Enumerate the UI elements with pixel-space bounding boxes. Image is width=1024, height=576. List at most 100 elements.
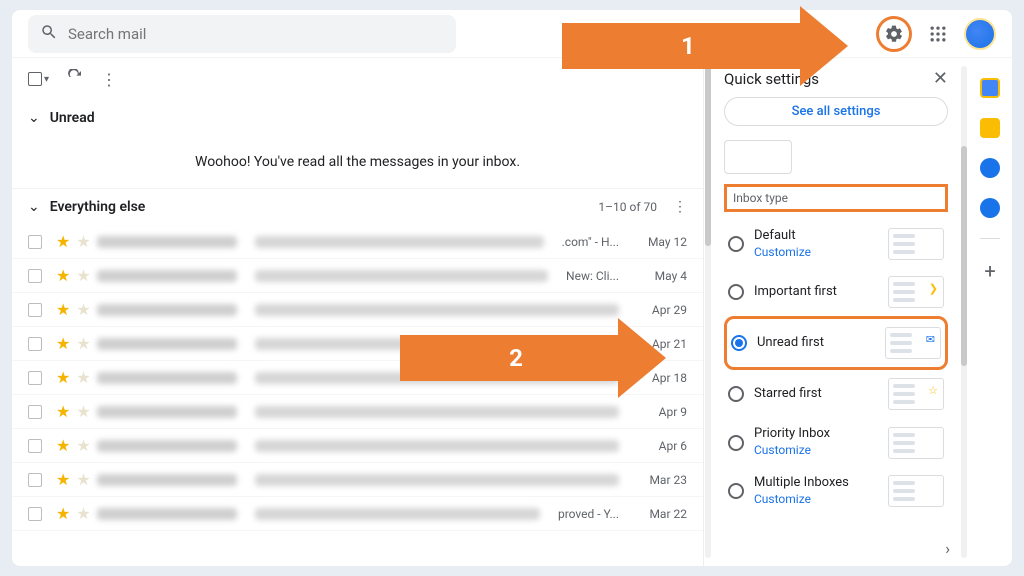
star-icon[interactable]: ★: [56, 300, 70, 319]
sender-blur: [97, 508, 237, 520]
subject-blur: [255, 406, 619, 418]
star-icon[interactable]: ★: [56, 334, 70, 353]
checkbox[interactable]: [28, 371, 42, 385]
close-icon[interactable]: ✕: [933, 68, 948, 89]
select-all[interactable]: ▾: [28, 72, 49, 86]
radio[interactable]: [728, 386, 744, 402]
star-icon[interactable]: ★: [76, 266, 90, 285]
sender-blur: [97, 372, 237, 384]
refresh-icon[interactable]: [67, 69, 83, 89]
header: [12, 10, 1012, 58]
subject-blur: [255, 440, 619, 452]
inbox-type-option[interactable]: Priority InboxCustomize: [724, 418, 948, 466]
star-icon[interactable]: ★: [76, 470, 90, 489]
radio[interactable]: [728, 236, 744, 252]
search-bar[interactable]: [28, 15, 456, 53]
email-date: May 12: [637, 235, 687, 249]
customize-link[interactable]: Customize: [754, 245, 878, 261]
table-row[interactable]: ★ ★ Mar 23: [12, 463, 703, 497]
radio[interactable]: [728, 483, 744, 499]
star-icon[interactable]: ★: [56, 232, 70, 251]
star-icon[interactable]: ★: [76, 504, 90, 523]
star-icon[interactable]: ★: [76, 334, 90, 353]
inbox-type-option[interactable]: Multiple InboxesCustomize: [724, 467, 948, 515]
checkbox[interactable]: [28, 337, 42, 351]
section-unread[interactable]: ⌄ Unread: [12, 100, 703, 136]
contacts-icon[interactable]: [980, 198, 1000, 218]
snippet: .com" - H...: [562, 235, 619, 249]
checkbox[interactable]: [28, 507, 42, 521]
apps-icon[interactable]: [920, 16, 956, 52]
checkbox[interactable]: [28, 473, 42, 487]
chevron-down-icon: ⌄: [28, 199, 40, 215]
page-range: 1–10 of 70: [598, 200, 657, 214]
search-input[interactable]: [68, 25, 444, 43]
sender-blur: [97, 236, 237, 248]
table-row[interactable]: ★★New: Cli...May 4: [12, 259, 703, 293]
see-all-settings-button[interactable]: See all settings: [724, 97, 948, 126]
checkbox[interactable]: [28, 439, 42, 453]
density-preview[interactable]: [724, 140, 792, 174]
search-icon: [40, 23, 68, 45]
checkbox[interactable]: [28, 235, 42, 249]
email-date: Apr 6: [637, 439, 687, 453]
option-label: DefaultCustomize: [754, 228, 878, 260]
option-label: Important first: [754, 284, 878, 301]
star-icon[interactable]: ★: [56, 436, 70, 455]
email-date: May 4: [637, 269, 687, 283]
chevron-right-icon[interactable]: ›: [945, 539, 950, 558]
customize-link[interactable]: Customize: [754, 492, 878, 508]
star-icon[interactable]: ★: [76, 436, 90, 455]
option-thumbnail: [888, 427, 944, 459]
customize-link[interactable]: Customize: [754, 443, 878, 459]
checkbox[interactable]: [28, 303, 42, 317]
star-icon[interactable]: ★: [56, 368, 70, 387]
option-label: Starred first: [754, 386, 878, 403]
sender-blur: [97, 338, 237, 350]
keep-icon[interactable]: [980, 118, 1000, 138]
radio[interactable]: [728, 435, 744, 451]
table-row[interactable]: ★ ★ .com" - H... May 12: [12, 225, 703, 259]
checkbox[interactable]: [28, 269, 42, 283]
star-icon[interactable]: ★: [56, 504, 70, 523]
subject-blur: [255, 474, 619, 486]
inbox-type-option[interactable]: DefaultCustomize: [724, 220, 948, 268]
main-scrollbar[interactable]: [704, 58, 712, 566]
radio[interactable]: [731, 335, 747, 351]
star-icon[interactable]: ★: [76, 402, 90, 421]
chevron-down-icon: ▾: [44, 74, 49, 85]
star-icon[interactable]: ★: [76, 368, 90, 387]
section-title: Everything else: [50, 199, 146, 215]
main-pane: ▾ ⋮ ⌄ Unread Woohoo! You've read all the…: [12, 58, 704, 566]
star-icon[interactable]: ★: [56, 470, 70, 489]
avatar[interactable]: [964, 18, 996, 50]
more-icon[interactable]: ⋮: [673, 199, 687, 215]
star-icon[interactable]: ★: [76, 232, 90, 251]
inbox-type-option[interactable]: Important first❯: [724, 268, 948, 316]
add-icon[interactable]: +: [984, 259, 995, 283]
snippet: proved - Y...: [558, 507, 619, 521]
option-label: Multiple InboxesCustomize: [754, 475, 878, 507]
table-row[interactable]: ★ ★ Apr 6: [12, 429, 703, 463]
settings-gear-icon[interactable]: [876, 16, 912, 52]
option-thumbnail: [888, 228, 944, 260]
checkbox[interactable]: [28, 405, 42, 419]
body: ▾ ⋮ ⌄ Unread Woohoo! You've read all the…: [12, 58, 1012, 566]
section-everything[interactable]: ⌄ Everything else 1–10 of 70 ⋮: [12, 189, 703, 225]
annotation-label: 2: [509, 344, 523, 372]
inbox-type-option[interactable]: Starred first☆: [724, 370, 948, 418]
sender-blur: [97, 304, 237, 316]
table-row[interactable]: ★★Apr 9: [12, 395, 703, 429]
star-icon[interactable]: ★: [56, 402, 70, 421]
more-icon[interactable]: ⋮: [101, 70, 117, 89]
panel-scrollbar[interactable]: [960, 58, 968, 566]
table-row[interactable]: ★★proved - Y...Mar 22: [12, 497, 703, 531]
radio[interactable]: [728, 284, 744, 300]
email-date: Mar 23: [637, 473, 687, 487]
email-date: Apr 29: [637, 303, 687, 317]
star-icon[interactable]: ★: [56, 266, 70, 285]
star-icon[interactable]: ★: [76, 300, 90, 319]
tasks-icon[interactable]: [980, 158, 1000, 178]
inbox-type-option[interactable]: Unread first✉: [724, 316, 948, 370]
calendar-icon[interactable]: [980, 78, 1000, 98]
